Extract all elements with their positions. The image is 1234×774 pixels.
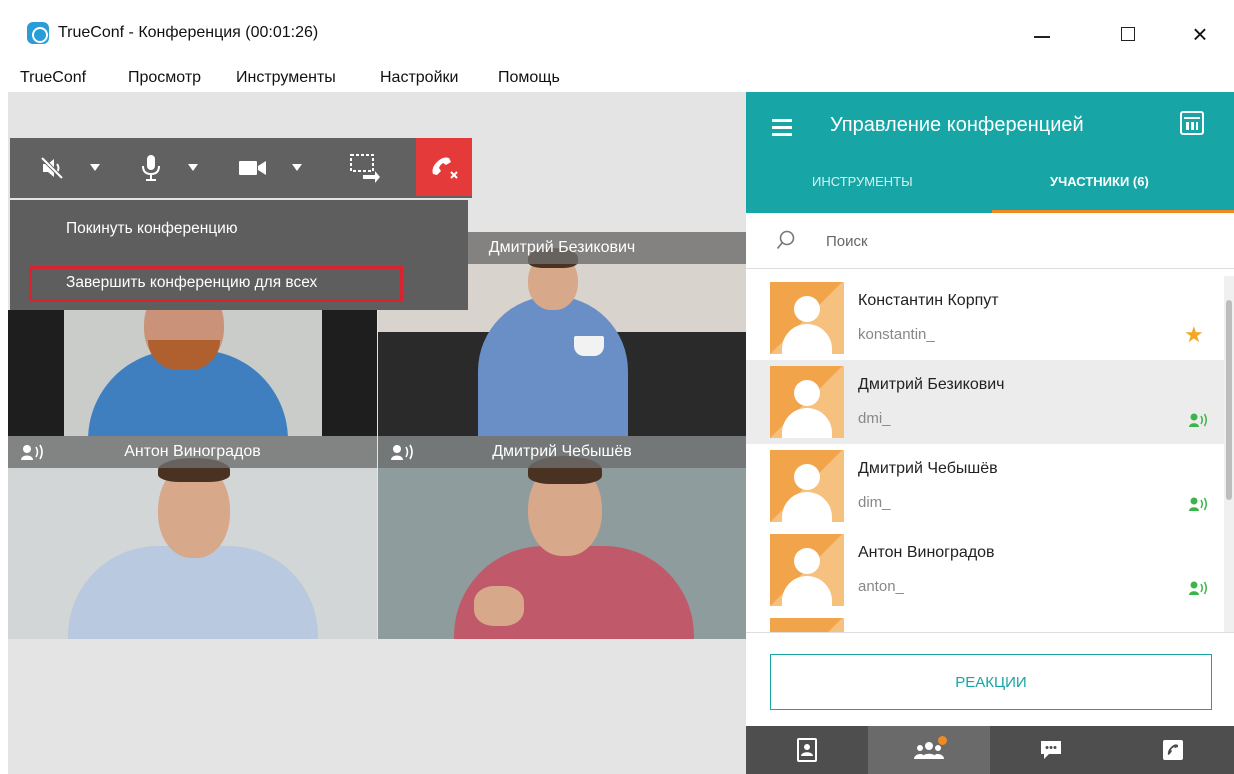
hangup-icon — [432, 157, 458, 179]
star-icon: ★ — [1184, 322, 1204, 347]
close-button[interactable]: × — [1172, 14, 1228, 54]
search-bar — [746, 213, 1234, 269]
conference-management-panel: Управление конференцией ИНСТРУМЕНТЫ УЧАС… — [746, 92, 1234, 774]
participant-name: Дмитрий Безикович — [858, 376, 1005, 393]
camera-toggle-button[interactable] — [232, 138, 316, 198]
speaker-active-icon — [390, 443, 416, 466]
hangup-button[interactable] — [416, 138, 472, 196]
chevron-down-icon[interactable] — [90, 164, 100, 171]
video-tile-1[interactable] — [8, 310, 377, 436]
participant-name: Антон Виноградов — [858, 544, 995, 561]
tab-tools[interactable]: ИНСТРУМЕНТЫ — [812, 174, 913, 189]
chevron-down-icon[interactable] — [188, 164, 198, 171]
participants-tab-button[interactable] — [868, 726, 990, 774]
menu-help[interactable]: Помощь — [498, 69, 560, 87]
conference-toolbar — [10, 138, 472, 198]
title-bar: TrueConf - Конференция (00:01:26) × — [0, 0, 1234, 60]
avatar — [770, 366, 844, 438]
menu-bar: TrueConf Просмотр Инструменты Настройки … — [0, 60, 1234, 94]
minimize-button[interactable] — [1014, 14, 1070, 54]
search-icon — [776, 230, 795, 250]
microphone-toggle-button[interactable] — [130, 138, 210, 198]
video-tile-4[interactable]: Дмитрий Чебышёв — [378, 436, 746, 639]
video-tile-label: Антон Виноградов — [8, 436, 377, 468]
chat-tab-button[interactable] — [990, 726, 1112, 774]
avatar — [770, 618, 844, 632]
speaker-active-icon — [20, 443, 46, 466]
avatar — [770, 534, 844, 606]
participant-login: anton_ — [858, 578, 904, 595]
panel-bottom-bar — [746, 726, 1234, 774]
maximize-button[interactable] — [1100, 14, 1156, 54]
share-screen-button[interactable] — [340, 138, 390, 198]
speaker-active-icon — [1189, 497, 1207, 511]
reactions-button[interactable]: РЕАКЦИИ — [770, 654, 1212, 710]
participant-login: dim_ — [858, 494, 891, 511]
participants-scrollbar[interactable] — [1224, 276, 1234, 632]
avatar — [770, 282, 844, 354]
panel-header: Управление конференцией ИНСТРУМЕНТЫ УЧАС… — [746, 92, 1234, 213]
call-icon — [1163, 740, 1183, 760]
menu-trueconf[interactable]: TrueConf — [20, 69, 86, 87]
speaker-active-icon — [1189, 581, 1207, 595]
participant-login: dmi_ — [858, 410, 891, 427]
notification-dot — [938, 736, 947, 745]
highlight-frame — [29, 266, 403, 302]
divider — [746, 632, 1234, 633]
camera-icon — [239, 161, 266, 175]
participant-name: Дмитрий Чебышёв — [858, 460, 998, 477]
participant-row[interactable] — [746, 612, 1224, 632]
minimize-icon — [1034, 36, 1050, 38]
menu-view[interactable]: Просмотр — [128, 69, 201, 87]
trueconf-logo-icon — [27, 22, 49, 44]
participant-row[interactable]: Дмитрий Чебышёв dim_ — [746, 444, 1224, 528]
participants-list: Константин Корпут konstantin_ ★ Дмитрий … — [746, 276, 1224, 632]
speaker-toggle-button[interactable] — [32, 138, 112, 198]
chevron-down-icon[interactable] — [292, 164, 302, 171]
panel-title: Управление конференцией — [830, 114, 1084, 136]
participant-row[interactable]: Антон Виноградов anton_ — [746, 528, 1224, 612]
video-tile-3[interactable]: Антон Виноградов — [8, 436, 377, 639]
contacts-tab-button[interactable] — [746, 726, 868, 774]
tab-participants[interactable]: УЧАСТНИКИ (6) — [1050, 174, 1149, 189]
participant-name: Константин Корпут — [858, 292, 999, 309]
video-tile-label: Дмитрий Чебышёв — [378, 436, 746, 468]
menu-tools[interactable]: Инструменты — [236, 69, 336, 87]
leave-conference-item[interactable]: Покинуть конференцию — [66, 220, 237, 238]
calendar-icon[interactable] — [1180, 111, 1204, 135]
scroll-thumb[interactable] — [1226, 300, 1232, 500]
chat-icon — [1041, 741, 1061, 759]
participant-row[interactable]: Константин Корпут konstantin_ ★ — [746, 276, 1224, 360]
participant-row[interactable]: Дмитрий Безикович dmi_ — [746, 360, 1224, 444]
share-screen-icon — [350, 154, 380, 183]
participant-login: konstantin_ — [858, 326, 935, 343]
microphone-icon — [142, 155, 160, 181]
search-input[interactable] — [826, 229, 1206, 253]
hamburger-menu-icon[interactable] — [772, 119, 792, 136]
call-tab-button[interactable] — [1112, 726, 1234, 774]
window-title: TrueConf - Конференция (00:01:26) — [58, 24, 319, 41]
avatar — [770, 450, 844, 522]
contacts-icon — [797, 738, 817, 762]
speaker-active-icon — [1189, 413, 1207, 427]
close-icon: × — [1192, 19, 1208, 49]
speaker-mute-icon — [40, 156, 64, 180]
menu-settings[interactable]: Настройки — [380, 69, 458, 87]
maximize-icon — [1121, 27, 1135, 41]
